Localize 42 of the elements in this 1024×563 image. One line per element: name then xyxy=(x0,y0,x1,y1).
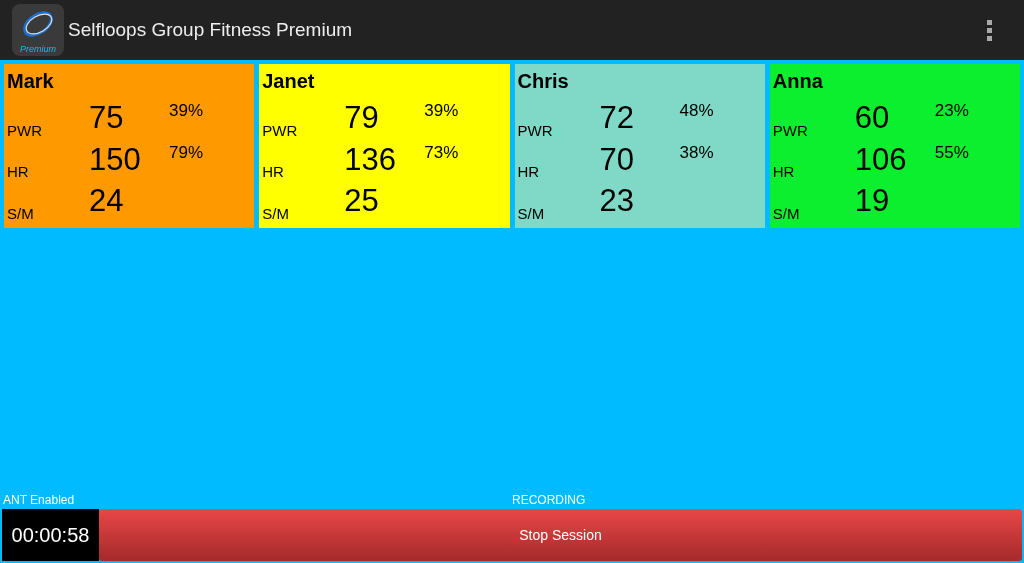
recording-status: RECORDING xyxy=(512,493,586,507)
metric-label: PWR xyxy=(772,121,809,139)
metric-label: S/M xyxy=(7,205,35,222)
metric-label: HR xyxy=(517,163,541,181)
metric-percent: 48% xyxy=(679,101,715,122)
metric-label: S/M xyxy=(772,205,801,222)
metric-label: HR xyxy=(262,163,285,181)
metric-value: 79 xyxy=(344,99,380,136)
logo-text: Premium xyxy=(20,44,56,54)
metric-value: 150 xyxy=(89,141,142,178)
metric-percent: 39% xyxy=(424,101,460,122)
metric-label: HR xyxy=(772,163,796,181)
metric-label: PWR xyxy=(7,121,43,139)
metric-percent: 39% xyxy=(169,101,205,122)
metric-label: PWR xyxy=(262,121,299,139)
athlete-name: Chris xyxy=(517,70,570,94)
metric-value: 75 xyxy=(89,99,125,136)
metric-percent: 55% xyxy=(934,142,970,163)
metric-value: 60 xyxy=(854,99,891,136)
metric-label: HR xyxy=(7,163,30,181)
metric-value: 70 xyxy=(599,141,635,178)
stop-session-button[interactable]: Stop Session xyxy=(99,509,1022,561)
athlete-name: Janet xyxy=(262,70,316,94)
app-title: Selfloops Group Fitness Premium xyxy=(68,19,354,41)
athlete-name: Anna xyxy=(772,70,824,94)
metric-percent: 79% xyxy=(169,142,205,163)
metric-value: 19 xyxy=(854,183,891,220)
metric-percent: 73% xyxy=(424,142,460,163)
metric-value: 24 xyxy=(89,183,125,220)
metric-value: 106 xyxy=(854,141,908,178)
metric-percent: 23% xyxy=(934,101,970,122)
metric-label: S/M xyxy=(517,205,546,222)
session-timer: 00:00:58 xyxy=(2,509,99,561)
metric-label: PWR xyxy=(517,121,554,139)
athlete-name: Mark xyxy=(7,70,55,94)
metric-percent: 38% xyxy=(679,142,715,163)
metric-value: 25 xyxy=(344,183,380,220)
metric-value: 72 xyxy=(599,99,635,136)
metric-label: S/M xyxy=(262,205,290,222)
metric-value: 23 xyxy=(599,183,635,220)
metric-value: 136 xyxy=(344,141,397,178)
ant-status: ANT Enabled xyxy=(3,493,76,507)
